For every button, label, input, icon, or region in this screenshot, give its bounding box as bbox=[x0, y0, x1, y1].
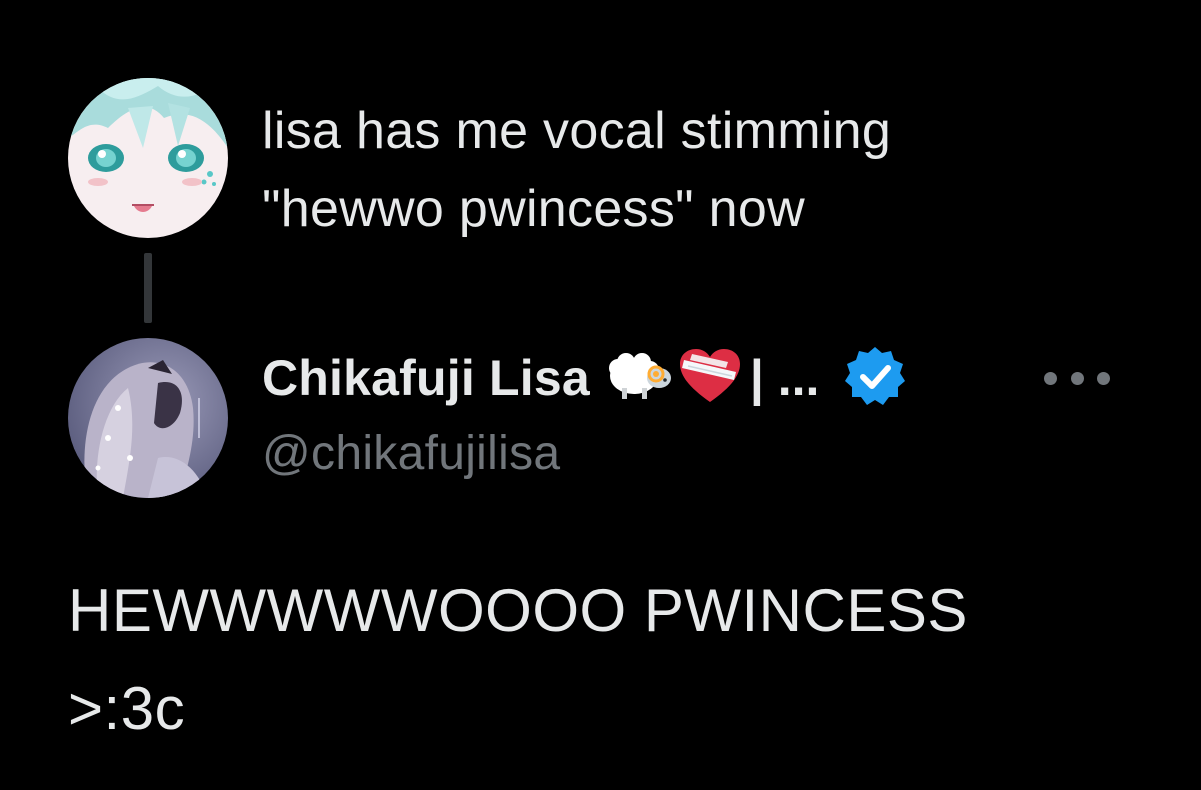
parent-tweet-text: lisa has me vocal stimming "hewwo pwince… bbox=[262, 102, 892, 238]
author-handle[interactable]: @chikafujilisa bbox=[262, 426, 560, 481]
reply-author-name-row[interactable]: Chikafuji Lisa | ... bbox=[262, 342, 907, 414]
thread-connector-line bbox=[144, 253, 152, 323]
sheep-emoji-icon bbox=[604, 350, 674, 407]
parent-avatar[interactable] bbox=[68, 78, 228, 238]
reply-tweet-text: HEWWWWWOOOO PWINCESS >:3c bbox=[68, 577, 968, 742]
display-name-suffix: | ... bbox=[749, 350, 820, 406]
anime-avatar-icon bbox=[68, 78, 228, 238]
bandaged-heart-emoji-icon bbox=[678, 348, 742, 409]
more-dot bbox=[1097, 371, 1110, 385]
display-name[interactable]: Chikafuji Lisa bbox=[262, 349, 590, 407]
more-dot bbox=[1044, 371, 1057, 385]
more-dot bbox=[1070, 371, 1084, 385]
more-dots-icon[interactable] bbox=[1044, 360, 1110, 396]
anime-avatar-icon bbox=[68, 338, 228, 498]
reply-author-avatar[interactable] bbox=[68, 338, 228, 498]
verified-badge-icon bbox=[843, 344, 907, 413]
tweet-thread: lisa has me vocal stimming "hewwo pwince… bbox=[0, 0, 1201, 790]
